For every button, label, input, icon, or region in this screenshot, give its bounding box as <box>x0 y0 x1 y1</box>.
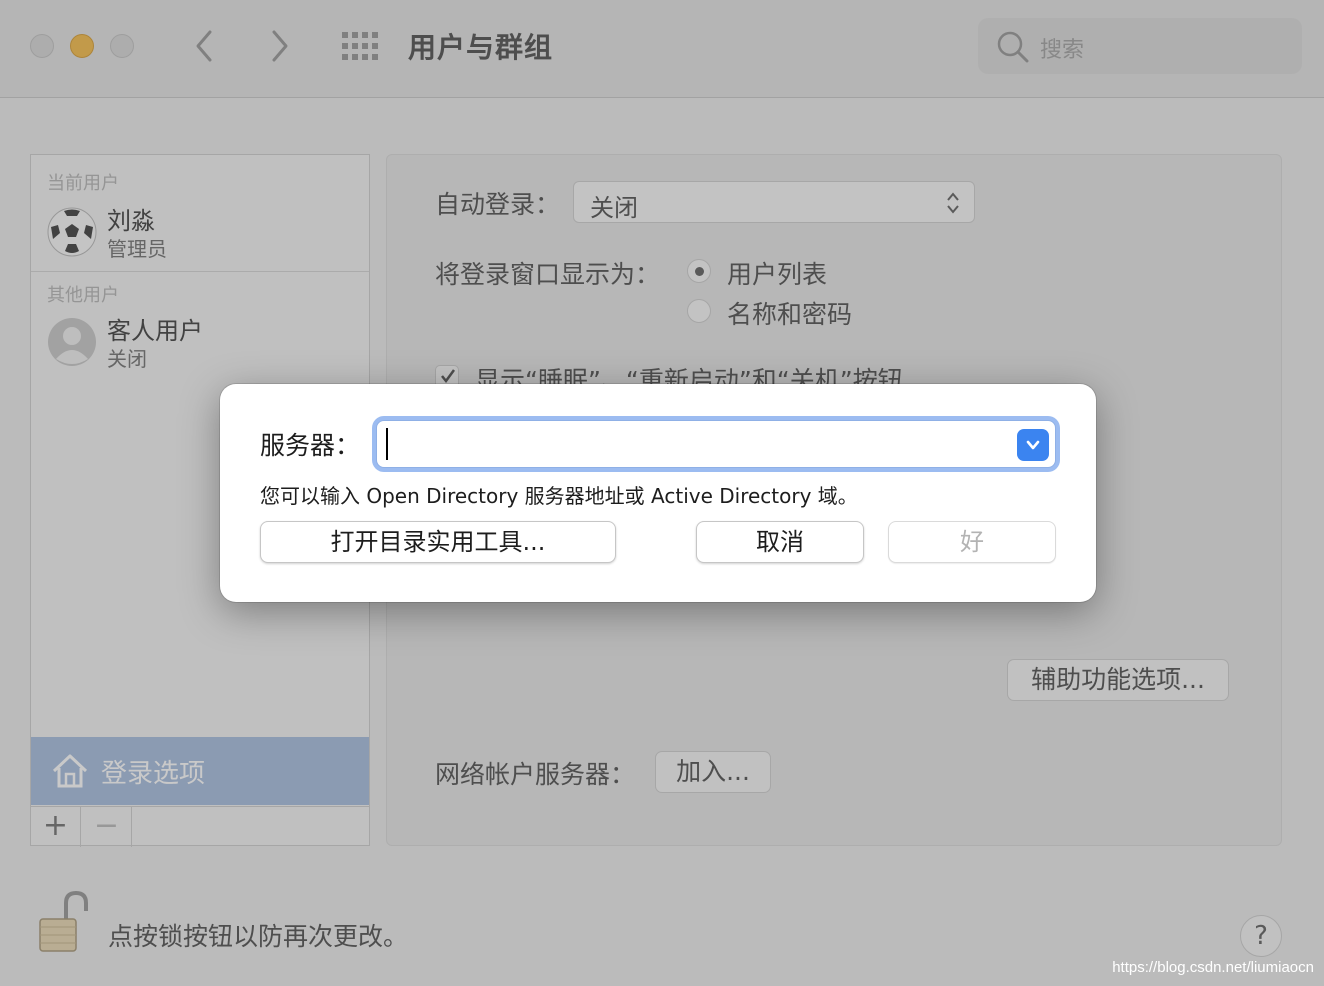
cancel-button[interactable]: 取消 <box>696 521 864 563</box>
server-label: 服务器： <box>260 431 361 460</box>
watermark-text: https://blog.csdn.net/liumiaocn <box>1112 959 1314 976</box>
server-dropdown-button[interactable] <box>1017 429 1049 461</box>
chevron-down-icon <box>1026 440 1040 450</box>
text-cursor <box>386 428 388 460</box>
server-input[interactable] <box>377 421 1013 467</box>
server-hint-text: 您可以输入 Open Directory 服务器地址或 Active Direc… <box>260 484 858 508</box>
open-directory-utility-button[interactable]: 打开目录实用工具... <box>260 521 616 563</box>
network-account-server-dialog: 服务器： 您可以输入 Open Directory 服务器地址或 Active … <box>220 384 1096 602</box>
server-combo-box[interactable] <box>376 420 1056 468</box>
ok-button[interactable]: 好 <box>888 521 1056 563</box>
